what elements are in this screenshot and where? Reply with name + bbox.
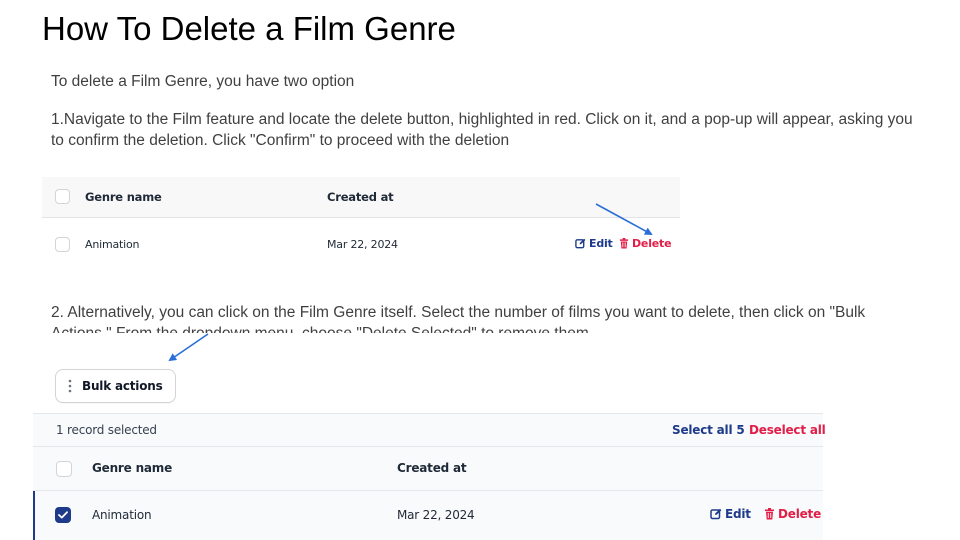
selection-status: 1 record selected [56,423,157,437]
genre-name-cell: Animation [92,508,152,522]
table-row-selected[interactable]: Animation Mar 22, 2024 Edit Delete [33,491,823,540]
intro-text: To delete a Film Genre, you have two opt… [51,73,355,90]
deselect-all-button[interactable]: Deselect all [749,423,826,437]
select-all-button[interactable]: Select all 5 [672,423,745,437]
edit-label: Edit [589,237,613,250]
table-toolbar: Bulk actions [33,333,823,414]
created-at-cell: Mar 22, 2024 [327,238,398,251]
delete-button[interactable]: Delete [764,507,821,521]
table-header: Genre name Created at [42,177,680,218]
selection-bar: 1 record selected Select all 5 Deselect … [33,414,826,447]
edit-icon [710,508,722,520]
column-header-genre-name[interactable]: Genre name [85,190,162,204]
trash-icon [619,238,629,249]
edit-label: Edit [725,507,751,521]
step-1-text: 1.Navigate to the Film feature and locat… [51,111,913,149]
row-checkbox[interactable] [55,237,70,252]
row-checkbox-checked[interactable] [55,507,71,523]
edit-icon [575,238,586,249]
column-header-created-at[interactable]: Created at [397,461,467,475]
slide-title: How To Delete a Film Genre [42,10,456,47]
column-header-created-at[interactable]: Created at [327,190,394,204]
bulk-actions-label: Bulk actions [82,379,163,393]
edit-button[interactable]: Edit [710,507,751,521]
table-header: Genre name Created at [33,447,823,491]
genre-table-screenshot-2: Bulk actions 1 record selected Select al… [33,333,826,540]
column-header-genre-name[interactable]: Genre name [92,461,172,475]
vertical-dots-icon [68,379,72,393]
created-at-cell: Mar 22, 2024 [397,508,475,522]
edit-button[interactable]: Edit [575,237,613,250]
select-all-checkbox[interactable] [56,461,72,477]
trash-icon [765,508,774,520]
delete-label: Delete [632,237,672,250]
bulk-actions-button[interactable]: Bulk actions [55,369,176,403]
delete-button[interactable]: Delete [619,237,672,250]
genre-table-screenshot-1: Genre name Created at Animation Mar 22, … [42,177,680,270]
table-row[interactable]: Animation Mar 22, 2024 Edit Delete [42,219,680,270]
check-icon [58,511,68,519]
delete-label: Delete [778,507,822,521]
genre-name-cell: Animation [85,238,140,251]
select-all-checkbox[interactable] [55,189,70,204]
